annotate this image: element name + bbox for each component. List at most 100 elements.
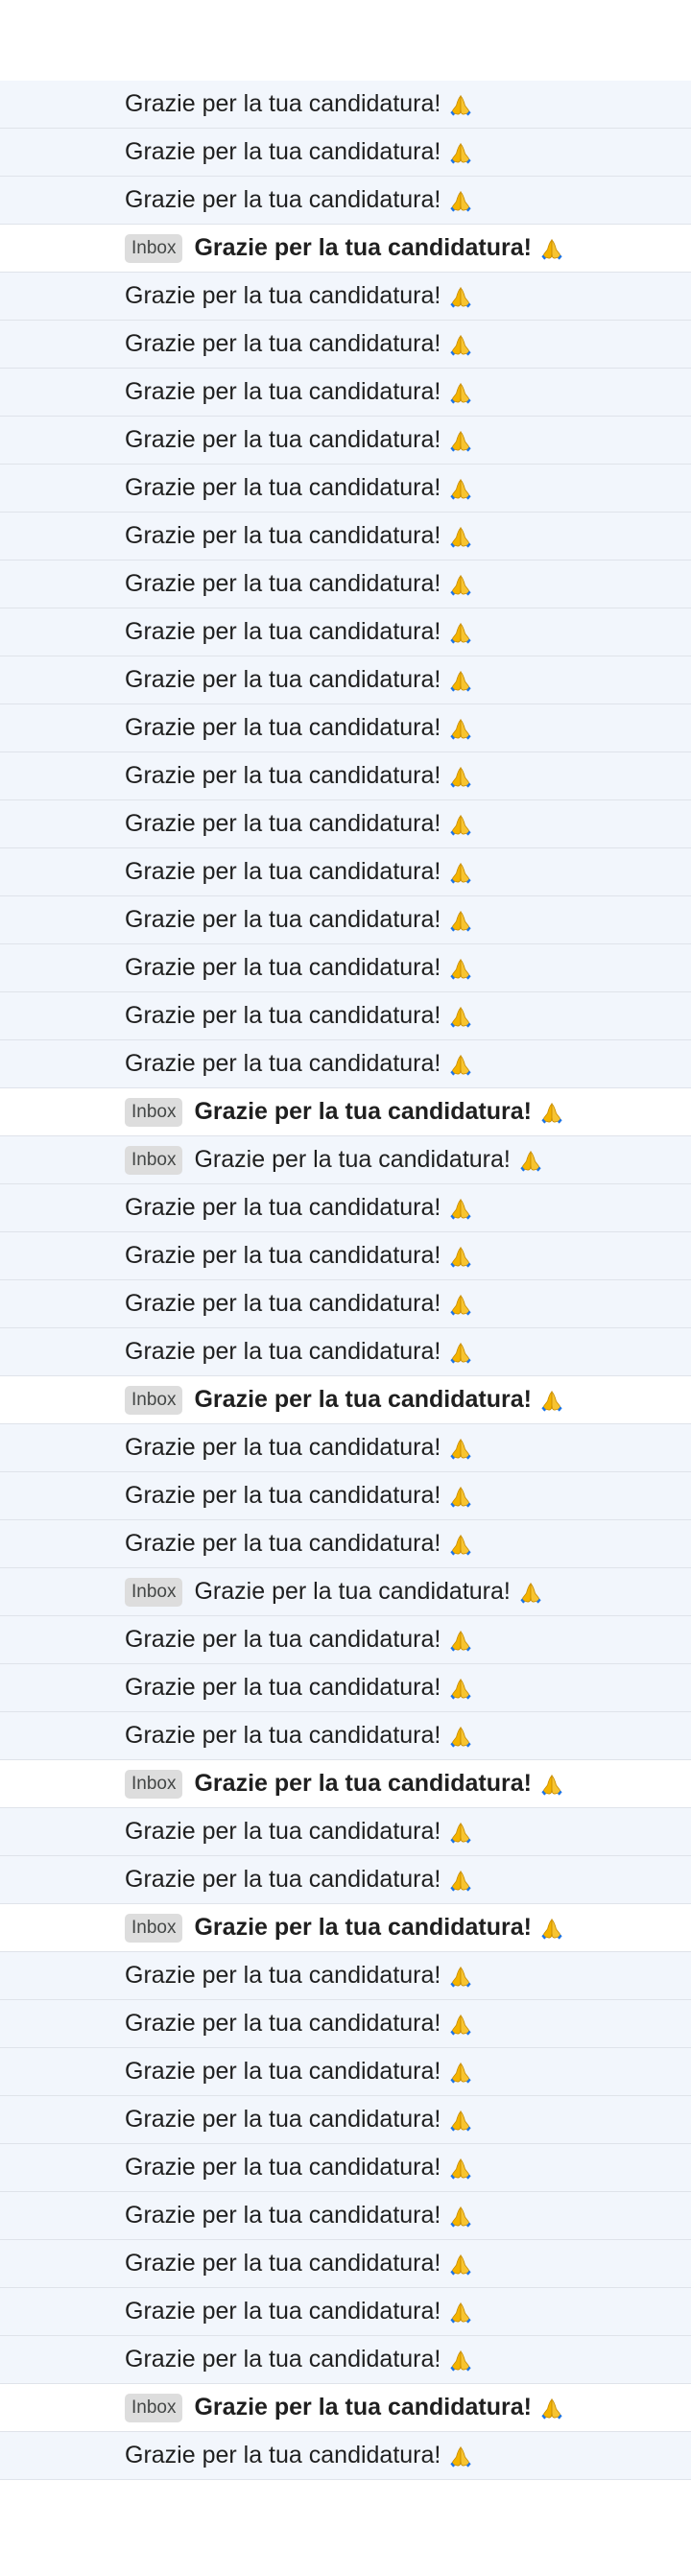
- email-row[interactable]: Grazie per la tua candidatura!: [0, 1280, 691, 1328]
- email-subject: Grazie per la tua candidatura!: [125, 1818, 441, 1845]
- email-row[interactable]: Grazie per la tua candidatura!: [0, 2096, 691, 2144]
- email-row[interactable]: Grazie per la tua candidatura!: [0, 1040, 691, 1088]
- email-row[interactable]: Grazie per la tua candidatura!: [0, 1616, 691, 1664]
- folded-hands-icon: [448, 572, 473, 597]
- folded-hands-icon: [448, 476, 473, 501]
- email-row[interactable]: Grazie per la tua candidatura!: [0, 2144, 691, 2192]
- email-subject: Grazie per la tua candidatura!: [125, 858, 441, 885]
- email-row[interactable]: Grazie per la tua candidatura!: [0, 1184, 691, 1232]
- email-subject: Grazie per la tua candidatura!: [125, 1962, 441, 1989]
- inbox-label-badge[interactable]: Inbox: [125, 1145, 183, 1175]
- email-row[interactable]: Grazie per la tua candidatura!: [0, 1328, 691, 1376]
- inbox-label-badge[interactable]: Inbox: [125, 233, 183, 263]
- folded-hands-icon: [448, 92, 473, 117]
- email-row[interactable]: Grazie per la tua candidatura!: [0, 1856, 691, 1904]
- email-row[interactable]: Grazie per la tua candidatura!: [0, 177, 691, 225]
- folded-hands-icon: [448, 1868, 473, 1893]
- email-row[interactable]: Grazie per la tua candidatura!: [0, 1424, 691, 1472]
- inbox-label-badge[interactable]: Inbox: [125, 1097, 183, 1127]
- folded-hands-icon: [539, 236, 564, 261]
- email-subject: Grazie per la tua candidatura!: [125, 1482, 441, 1509]
- email-row[interactable]: Grazie per la tua candidatura!: [0, 608, 691, 656]
- email-row[interactable]: Grazie per la tua candidatura!: [0, 800, 691, 848]
- email-subject: Grazie per la tua candidatura!: [125, 1866, 441, 1893]
- email-row[interactable]: Grazie per la tua candidatura!: [0, 2336, 691, 2384]
- email-subject: Grazie per la tua candidatura!: [125, 426, 441, 453]
- email-row[interactable]: Inbox Grazie per la tua candidatura!: [0, 1136, 691, 1184]
- folded-hands-icon: [448, 2060, 473, 2085]
- email-subject: Grazie per la tua candidatura!: [125, 2010, 441, 2037]
- email-row[interactable]: Grazie per la tua candidatura!: [0, 1712, 691, 1760]
- email-subject: Grazie per la tua candidatura!: [194, 1146, 511, 1173]
- email-row[interactable]: Grazie per la tua candidatura!: [0, 1808, 691, 1856]
- email-row[interactable]: Grazie per la tua candidatura!: [0, 129, 691, 177]
- folded-hands-icon: [448, 1628, 473, 1653]
- email-row[interactable]: Grazie per la tua candidatura!: [0, 656, 691, 704]
- email-subject: Grazie per la tua candidatura!: [125, 1242, 441, 1269]
- folded-hands-icon: [448, 1292, 473, 1317]
- folded-hands-icon: [448, 524, 473, 549]
- email-subject: Grazie per la tua candidatura!: [194, 1914, 532, 1941]
- folded-hands-icon: [448, 380, 473, 405]
- folded-hands-icon: [448, 860, 473, 885]
- folded-hands-icon: [448, 332, 473, 357]
- email-subject: Grazie per la tua candidatura!: [125, 2250, 441, 2277]
- email-row[interactable]: Grazie per la tua candidatura!: [0, 321, 691, 369]
- email-row[interactable]: Grazie per la tua candidatura!: [0, 992, 691, 1040]
- inbox-label-badge[interactable]: Inbox: [125, 1385, 183, 1415]
- email-row[interactable]: Grazie per la tua candidatura!: [0, 2000, 691, 2048]
- email-row[interactable]: Grazie per la tua candidatura!: [0, 81, 691, 129]
- email-row[interactable]: Grazie per la tua candidatura!: [0, 704, 691, 752]
- folded-hands-icon: [448, 1484, 473, 1509]
- folded-hands-icon: [448, 668, 473, 693]
- email-row[interactable]: Grazie per la tua candidatura!: [0, 465, 691, 513]
- inbox-label-badge[interactable]: Inbox: [125, 1913, 183, 1943]
- folded-hands-icon: [448, 2444, 473, 2469]
- email-subject: Grazie per la tua candidatura!: [125, 2346, 441, 2373]
- email-row[interactable]: Grazie per la tua candidatura!: [0, 369, 691, 417]
- email-row[interactable]: Grazie per la tua candidatura!: [0, 561, 691, 608]
- email-row[interactable]: Grazie per la tua candidatura!: [0, 1664, 691, 1712]
- email-row[interactable]: Grazie per la tua candidatura!: [0, 2048, 691, 2096]
- email-row[interactable]: Grazie per la tua candidatura!: [0, 2432, 691, 2480]
- email-row[interactable]: Grazie per la tua candidatura!: [0, 417, 691, 465]
- email-row[interactable]: Grazie per la tua candidatura!: [0, 273, 691, 321]
- email-row[interactable]: Grazie per la tua candidatura!: [0, 2288, 691, 2336]
- inbox-label-badge[interactable]: Inbox: [125, 2393, 183, 2422]
- email-row[interactable]: Grazie per la tua candidatura!: [0, 2240, 691, 2288]
- folded-hands-icon: [448, 1436, 473, 1461]
- email-subject: Grazie per la tua candidatura!: [125, 330, 441, 357]
- email-row[interactable]: Grazie per la tua candidatura!: [0, 1232, 691, 1280]
- email-subject: Grazie per la tua candidatura!: [125, 2298, 441, 2325]
- email-row[interactable]: Grazie per la tua candidatura!: [0, 896, 691, 944]
- email-subject: Grazie per la tua candidatura!: [125, 954, 441, 981]
- email-row[interactable]: Inbox Grazie per la tua candidatura!: [0, 2384, 691, 2432]
- email-row[interactable]: Inbox Grazie per la tua candidatura!: [0, 225, 691, 273]
- email-row[interactable]: Grazie per la tua candidatura!: [0, 848, 691, 896]
- email-row[interactable]: Grazie per la tua candidatura!: [0, 1952, 691, 2000]
- inbox-label-badge[interactable]: Inbox: [125, 1769, 183, 1799]
- email-row[interactable]: Grazie per la tua candidatura!: [0, 752, 691, 800]
- folded-hands-icon: [448, 1820, 473, 1845]
- inbox-label-badge[interactable]: Inbox: [125, 1577, 183, 1607]
- email-row[interactable]: Grazie per la tua candidatura!: [0, 944, 691, 992]
- email-subject: Grazie per la tua candidatura!: [125, 1674, 441, 1701]
- email-row[interactable]: Inbox Grazie per la tua candidatura!: [0, 1904, 691, 1952]
- email-row[interactable]: Grazie per la tua candidatura!: [0, 1472, 691, 1520]
- email-row[interactable]: Grazie per la tua candidatura!: [0, 1520, 691, 1568]
- email-row[interactable]: Inbox Grazie per la tua candidatura!: [0, 1760, 691, 1808]
- folded-hands-icon: [448, 620, 473, 645]
- email-subject: Grazie per la tua candidatura!: [125, 618, 441, 645]
- email-subject: Grazie per la tua candidatura!: [125, 2442, 441, 2469]
- folded-hands-icon: [518, 1580, 543, 1605]
- email-row[interactable]: Grazie per la tua candidatura!: [0, 2192, 691, 2240]
- email-row[interactable]: Grazie per la tua candidatura!: [0, 513, 691, 561]
- email-subject: Grazie per la tua candidatura!: [194, 2394, 532, 2421]
- folded-hands-icon: [448, 1340, 473, 1365]
- email-subject: Grazie per la tua candidatura!: [125, 906, 441, 933]
- email-row[interactable]: Inbox Grazie per la tua candidatura!: [0, 1568, 691, 1616]
- folded-hands-icon: [448, 428, 473, 453]
- folded-hands-icon: [448, 140, 473, 165]
- email-row[interactable]: Inbox Grazie per la tua candidatura!: [0, 1376, 691, 1424]
- email-row[interactable]: Inbox Grazie per la tua candidatura!: [0, 1088, 691, 1136]
